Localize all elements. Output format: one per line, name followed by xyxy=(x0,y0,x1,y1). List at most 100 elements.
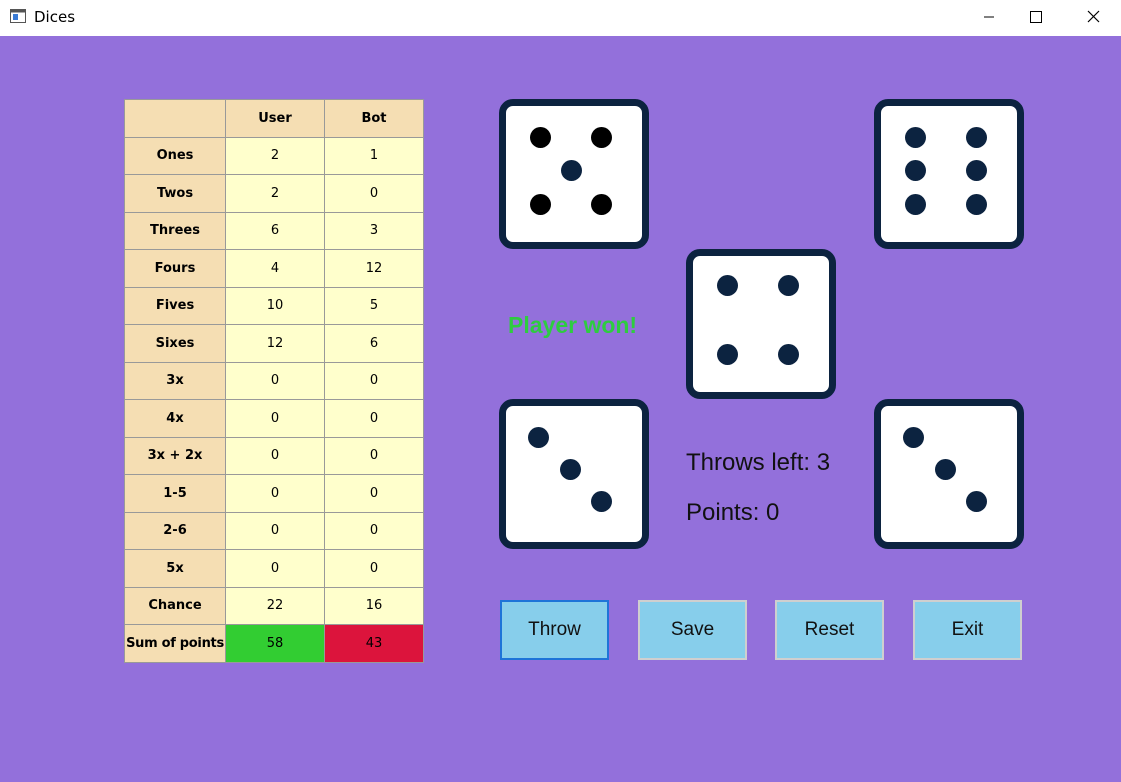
app-icon xyxy=(10,9,26,23)
bot-score: 0 xyxy=(324,399,424,438)
die-pip xyxy=(530,127,551,148)
header-bot: Bot xyxy=(324,99,424,138)
die-pip xyxy=(905,127,926,148)
bot-score: 0 xyxy=(324,549,424,588)
maximize-icon xyxy=(1030,11,1042,23)
row-label: 3x + 2x xyxy=(124,436,226,475)
die-pip xyxy=(528,427,549,448)
row-label: Threes xyxy=(124,211,226,250)
sum-label: Sum of points xyxy=(124,624,226,663)
table-row: 1-5 0 0 xyxy=(124,474,424,513)
bot-score: 0 xyxy=(324,436,424,475)
die-4[interactable] xyxy=(499,399,649,549)
user-score: 2 xyxy=(225,136,325,175)
game-status: Player won! xyxy=(508,312,638,338)
row-label: 5x xyxy=(124,549,226,588)
save-button[interactable]: Save xyxy=(638,600,747,660)
die-3[interactable] xyxy=(686,249,836,399)
bot-score: 5 xyxy=(324,286,424,325)
die-pip xyxy=(717,344,738,365)
user-score: 2 xyxy=(225,174,325,213)
die-pip xyxy=(591,127,612,148)
die-pip xyxy=(717,275,738,296)
die-pip xyxy=(778,344,799,365)
die-pip xyxy=(591,194,612,215)
throws-left-label: Throws left: 3 xyxy=(686,449,831,476)
die-pip xyxy=(966,127,987,148)
sum-row: Sum of points 58 43 xyxy=(124,624,424,663)
bot-sum: 43 xyxy=(324,624,424,663)
user-score: 0 xyxy=(225,399,325,438)
table-row: 2-6 0 0 xyxy=(124,511,424,550)
die-2[interactable] xyxy=(874,99,1024,249)
row-label: 2-6 xyxy=(124,511,226,550)
header-corner xyxy=(124,99,226,138)
user-score: 6 xyxy=(225,211,325,250)
bot-score: 0 xyxy=(324,511,424,550)
die-pip xyxy=(561,160,582,181)
minimize-icon xyxy=(984,16,994,18)
table-row: Sixes 12 6 xyxy=(124,324,424,363)
row-label: Chance xyxy=(124,586,226,625)
die-pip xyxy=(966,491,987,512)
throw-button[interactable]: Throw xyxy=(500,600,609,660)
close-icon xyxy=(1087,10,1100,23)
die-pip xyxy=(530,194,551,215)
die-pip xyxy=(905,160,926,181)
row-label: Sixes xyxy=(124,324,226,363)
header-user: User xyxy=(225,99,325,138)
die-pip xyxy=(591,491,612,512)
table-row: 3x 0 0 xyxy=(124,361,424,400)
user-score: 10 xyxy=(225,286,325,325)
user-score: 4 xyxy=(225,249,325,288)
row-label: Twos xyxy=(124,174,226,213)
user-score: 12 xyxy=(225,324,325,363)
window-title: Dices xyxy=(34,8,76,26)
bot-score: 16 xyxy=(324,586,424,625)
die-pip xyxy=(560,459,581,480)
die-pip xyxy=(966,194,987,215)
table-row: 4x 0 0 xyxy=(124,399,424,438)
table-row: 5x 0 0 xyxy=(124,549,424,588)
table-header-row: User Bot xyxy=(124,99,424,138)
bot-score: 0 xyxy=(324,474,424,513)
table-row: Threes 6 3 xyxy=(124,211,424,250)
row-label: Ones xyxy=(124,136,226,175)
bot-score: 3 xyxy=(324,211,424,250)
close-button[interactable] xyxy=(1070,0,1116,34)
die-pip xyxy=(778,275,799,296)
die-pip xyxy=(935,459,956,480)
table-row: Ones 2 1 xyxy=(124,136,424,175)
user-score: 0 xyxy=(225,549,325,588)
bot-score: 6 xyxy=(324,324,424,363)
table-row: Twos 2 0 xyxy=(124,174,424,213)
user-score: 0 xyxy=(225,511,325,550)
row-label: 3x xyxy=(124,361,226,400)
die-pip xyxy=(905,194,926,215)
bot-score: 0 xyxy=(324,361,424,400)
table-row: Chance 22 16 xyxy=(124,586,424,625)
bot-score: 0 xyxy=(324,174,424,213)
table-row: 3x + 2x 0 0 xyxy=(124,436,424,475)
user-score: 22 xyxy=(225,586,325,625)
exit-button[interactable]: Exit xyxy=(913,600,1022,660)
user-sum: 58 xyxy=(225,624,325,663)
minimize-button[interactable] xyxy=(966,0,1012,34)
die-1[interactable] xyxy=(499,99,649,249)
score-table: User Bot Ones 2 1 Twos 2 0 Threes 6 3 Fours 4 12… xyxy=(124,99,424,663)
die-pip xyxy=(966,160,987,181)
user-score: 0 xyxy=(225,436,325,475)
user-score: 0 xyxy=(225,474,325,513)
maximize-button[interactable] xyxy=(1012,0,1058,34)
title-bar: Dices xyxy=(0,0,1121,36)
points-label: Points: 0 xyxy=(686,499,780,526)
reset-button[interactable]: Reset xyxy=(775,600,884,660)
die-pip xyxy=(903,427,924,448)
table-row: Fours 4 12 xyxy=(124,249,424,288)
table-row: Fives 10 5 xyxy=(124,286,424,325)
bot-score: 1 xyxy=(324,136,424,175)
user-score: 0 xyxy=(225,361,325,400)
die-5[interactable] xyxy=(874,399,1024,549)
row-label: Fours xyxy=(124,249,226,288)
row-label: 1-5 xyxy=(124,474,226,513)
